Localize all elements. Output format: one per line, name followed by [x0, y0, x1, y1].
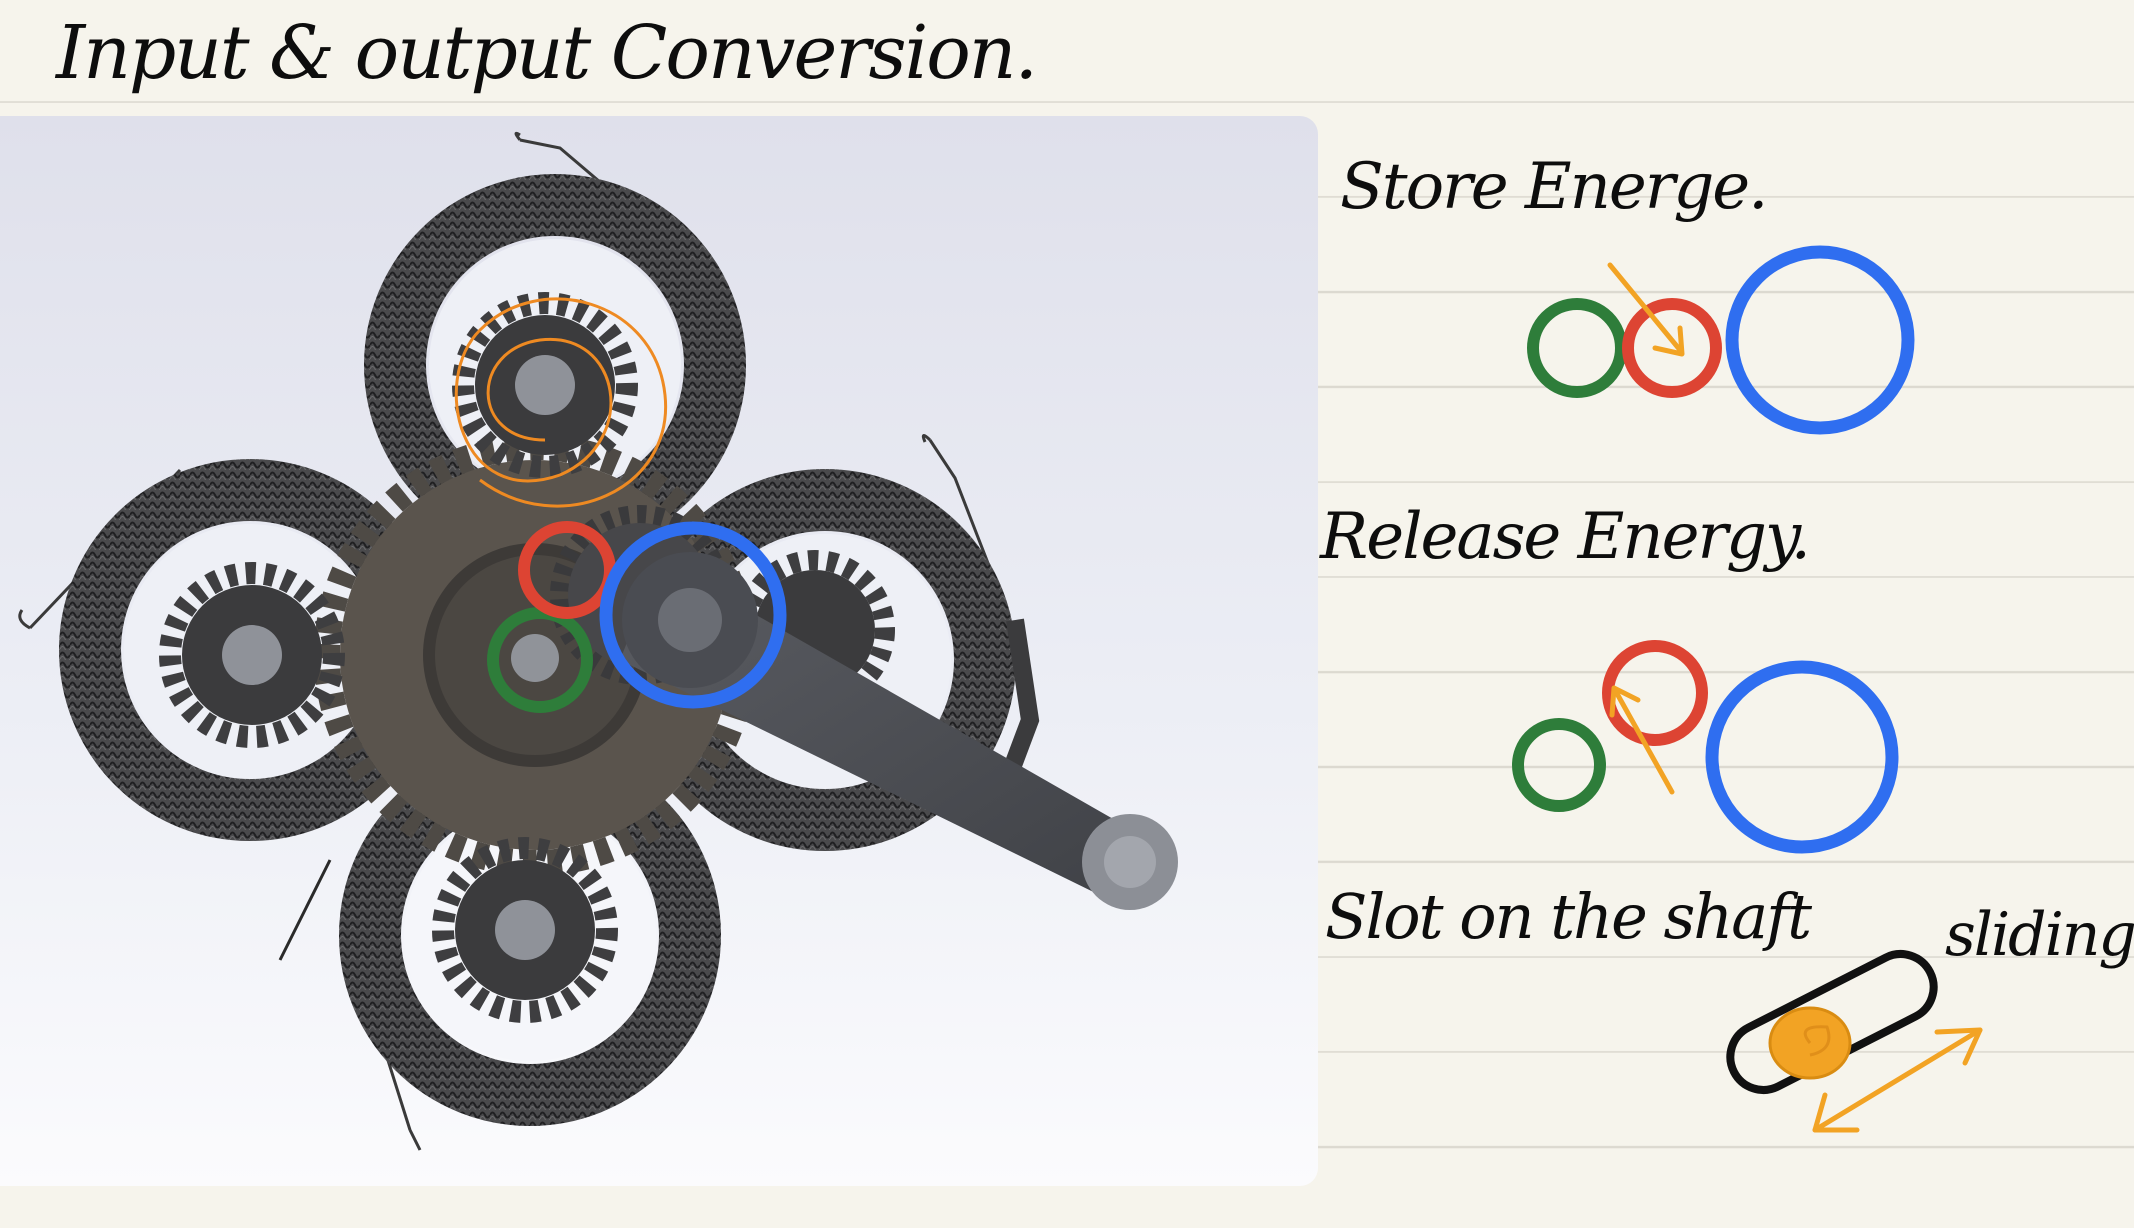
release-energy-label: Release Energy. — [1320, 500, 1811, 574]
store-energy-diagram — [1527, 245, 1915, 435]
blue-gear-ring — [1725, 245, 1915, 435]
red-gear-ring — [1622, 298, 1722, 398]
center-shaft — [511, 634, 559, 682]
page-title: Input & output Conversion. — [56, 10, 1038, 96]
store-energy-label: Store Energe. — [1340, 150, 1768, 224]
green-gear-ring — [1512, 718, 1606, 812]
green-gear-ring — [1527, 298, 1627, 398]
gear-mechanism-render — [0, 116, 1318, 1186]
slot-on-shaft-label: Slot on the shaft — [1325, 880, 1812, 953]
blue-gear-ring — [1705, 660, 1899, 854]
release-energy-diagram — [1512, 640, 1899, 854]
slot-sliding-diagram — [1726, 950, 1983, 1133]
mechanism-drawing — [18, 131, 1178, 1151]
